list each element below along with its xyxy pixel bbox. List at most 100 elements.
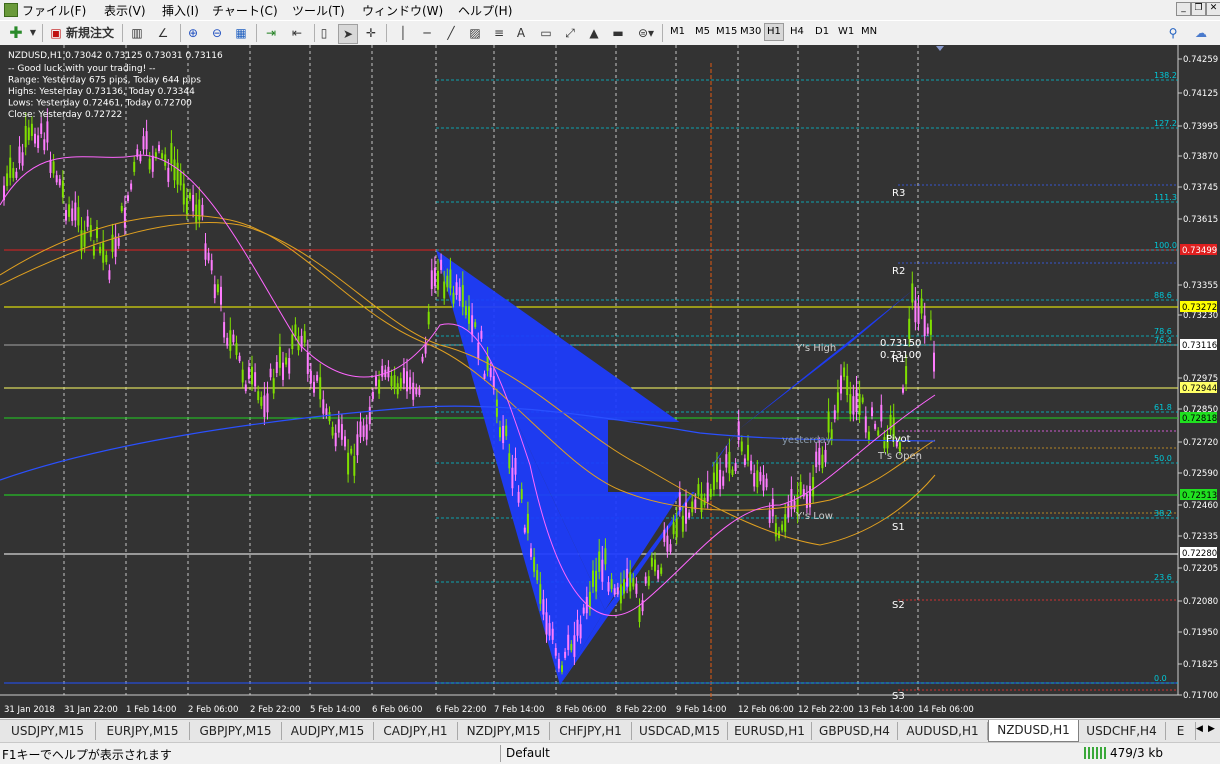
candle-body bbox=[257, 391, 260, 401]
new-order-icon[interactable]: ▣ bbox=[48, 24, 64, 42]
candle-body bbox=[598, 551, 601, 572]
trendline-icon[interactable]: ╱ bbox=[442, 24, 460, 42]
candle-body bbox=[706, 482, 709, 502]
tab-nzdusdh1[interactable]: NZDUSD,H1 bbox=[988, 720, 1079, 742]
timeframe-d1-button[interactable]: D1 bbox=[813, 24, 831, 40]
zoom-out-icon[interactable]: ⊖ bbox=[208, 24, 226, 42]
crosshair-icon[interactable]: ✛ bbox=[362, 24, 380, 42]
timeframe-w1-button[interactable]: W1 bbox=[836, 24, 856, 40]
candle-body bbox=[570, 643, 573, 651]
candle-body bbox=[914, 300, 917, 323]
menu-item-1[interactable]: 表示(V) bbox=[104, 2, 146, 19]
candle-body bbox=[220, 286, 222, 305]
candle-body bbox=[821, 454, 824, 469]
tab-usdcadm15[interactable]: USDCAD,M15 bbox=[632, 722, 728, 740]
tab-gbpusdh4[interactable]: GBPUSD,H4 bbox=[812, 722, 898, 740]
tab-scroll-right-icon[interactable]: ▶ bbox=[1208, 724, 1218, 734]
chat-icon[interactable]: ☁ bbox=[1192, 24, 1210, 42]
timeframe-m30-button[interactable]: M30 bbox=[738, 24, 763, 40]
timeframe-h4-button[interactable]: H4 bbox=[788, 24, 806, 40]
auto-scroll-icon[interactable]: ⇥ bbox=[262, 24, 280, 42]
arrows-icon[interactable]: ⤢ bbox=[562, 24, 578, 42]
candle-body bbox=[185, 197, 188, 214]
candle-body bbox=[669, 544, 672, 552]
rectangle-icon[interactable]: ▬ bbox=[610, 24, 626, 42]
line-chart-icon[interactable]: ∠ bbox=[154, 24, 172, 42]
candle-body bbox=[412, 382, 415, 400]
info-line: Range: Yesterday 675 pips, Today 644 pip… bbox=[8, 76, 201, 86]
candle-body bbox=[365, 424, 368, 440]
menu-item-0[interactable]: ファイル(F) bbox=[22, 2, 86, 19]
price-chart[interactable]: NZDUSD,H1 0.73042 0.73125 0.73031 0.7311… bbox=[0, 45, 1220, 718]
tab-eurjpym15[interactable]: EURJPY,M15 bbox=[96, 722, 190, 740]
app-icon[interactable] bbox=[4, 3, 18, 17]
candle-body bbox=[269, 368, 272, 378]
menu-item-4[interactable]: ツール(T) bbox=[292, 2, 345, 19]
zoom-in-icon[interactable]: ⊕ bbox=[184, 24, 202, 42]
timeframe-h1-button[interactable]: H1 bbox=[764, 23, 784, 41]
candle-body bbox=[322, 399, 325, 414]
menu-item-3[interactable]: チャート(C) bbox=[212, 2, 278, 19]
timeframe-m15-button[interactable]: M15 bbox=[714, 24, 739, 40]
tab-usdchfh4[interactable]: USDCHF,H4 bbox=[1078, 722, 1166, 740]
shapes-dropdown-icon[interactable]: ⊜▾ bbox=[634, 24, 658, 42]
horizontal-line-icon[interactable]: ─ bbox=[418, 24, 436, 42]
fib-label: 78.6 bbox=[1154, 327, 1172, 336]
restore-icon[interactable]: ❐ bbox=[1191, 2, 1206, 16]
bar-chart-icon[interactable]: ▥ bbox=[128, 24, 146, 42]
tile-windows-icon[interactable]: ▦ bbox=[232, 24, 250, 42]
candle-body bbox=[167, 167, 170, 182]
dropdown-arrow-icon[interactable]: ▼ bbox=[28, 24, 38, 42]
status-profile[interactable]: Default bbox=[506, 746, 550, 760]
candle-body bbox=[359, 421, 362, 438]
timeframe-m5-button[interactable]: M5 bbox=[693, 24, 712, 40]
tab-e[interactable]: E bbox=[1166, 722, 1196, 740]
search-icon[interactable]: ⚲ bbox=[1164, 24, 1182, 42]
tab-chfjpyh1[interactable]: CHFJPY,H1 bbox=[550, 722, 632, 740]
tab-nzdjpym15[interactable]: NZDJPY,M15 bbox=[458, 722, 550, 740]
candle-body bbox=[514, 457, 517, 475]
candle-body bbox=[440, 259, 443, 270]
candle-body bbox=[77, 207, 80, 226]
candle-body bbox=[774, 523, 777, 537]
candle-body bbox=[337, 419, 340, 433]
menu-item-5[interactable]: ウィンドウ(W) bbox=[362, 2, 443, 19]
channel-icon[interactable]: ▨ bbox=[466, 24, 484, 42]
price-tag-text: 0.73116 bbox=[1182, 341, 1217, 351]
triangle-icon[interactable]: ▲ bbox=[586, 24, 602, 42]
price-label: 0.74259 bbox=[1183, 55, 1218, 65]
tab-scroll-left-icon[interactable]: ◀ bbox=[1196, 724, 1206, 734]
close-icon[interactable]: ✕ bbox=[1206, 2, 1220, 16]
indicators-icon[interactable]: ▯ bbox=[318, 24, 330, 42]
menu-item-6[interactable]: ヘルプ(H) bbox=[458, 2, 512, 19]
candle-body bbox=[316, 375, 319, 381]
cursor-icon[interactable]: ➤ bbox=[338, 24, 358, 44]
candle-body bbox=[65, 210, 67, 221]
tab-gbpjpym15[interactable]: GBPJPY,M15 bbox=[190, 722, 282, 740]
tab-cadjpyh1[interactable]: CADJPY,H1 bbox=[374, 722, 458, 740]
minimize-icon[interactable]: _ bbox=[1176, 2, 1191, 16]
tab-audjpym15[interactable]: AUDJPY,M15 bbox=[282, 722, 374, 740]
text-icon[interactable]: A bbox=[514, 24, 528, 42]
candle-body bbox=[173, 159, 176, 181]
label-icon[interactable]: ▭ bbox=[538, 24, 554, 42]
timeframe-m1-button[interactable]: M1 bbox=[668, 24, 687, 40]
pivot-label: S2 bbox=[892, 600, 905, 611]
new-chart-icon[interactable]: ✚ bbox=[6, 24, 26, 42]
status-divider bbox=[500, 745, 501, 762]
connection-bars-icon[interactable] bbox=[1084, 747, 1106, 759]
tab-usdjpym15[interactable]: USDJPY,M15 bbox=[0, 722, 96, 740]
tab-audusdh1[interactable]: AUDUSD,H1 bbox=[898, 722, 988, 740]
candle-body bbox=[616, 587, 619, 595]
menu-item-2[interactable]: 挿入(I) bbox=[162, 2, 199, 19]
status-help-text: F1キーでヘルプが表示されます bbox=[2, 748, 172, 762]
fibonacci-icon[interactable]: ≡ bbox=[490, 24, 508, 42]
chart-canvas[interactable]: NZDUSD,H1 0.73042 0.73125 0.73031 0.7311… bbox=[0, 45, 1220, 718]
candle-body bbox=[43, 139, 46, 151]
candle-body bbox=[681, 515, 684, 532]
tab-eurusdh1[interactable]: EURUSD,H1 bbox=[728, 722, 812, 740]
new-order-button[interactable]: 新規注文 bbox=[66, 24, 114, 42]
chart-shift-icon[interactable]: ⇤ bbox=[288, 24, 306, 42]
timeframe-mn-button[interactable]: MN bbox=[859, 24, 879, 40]
vertical-line-icon[interactable]: │ bbox=[396, 24, 410, 42]
